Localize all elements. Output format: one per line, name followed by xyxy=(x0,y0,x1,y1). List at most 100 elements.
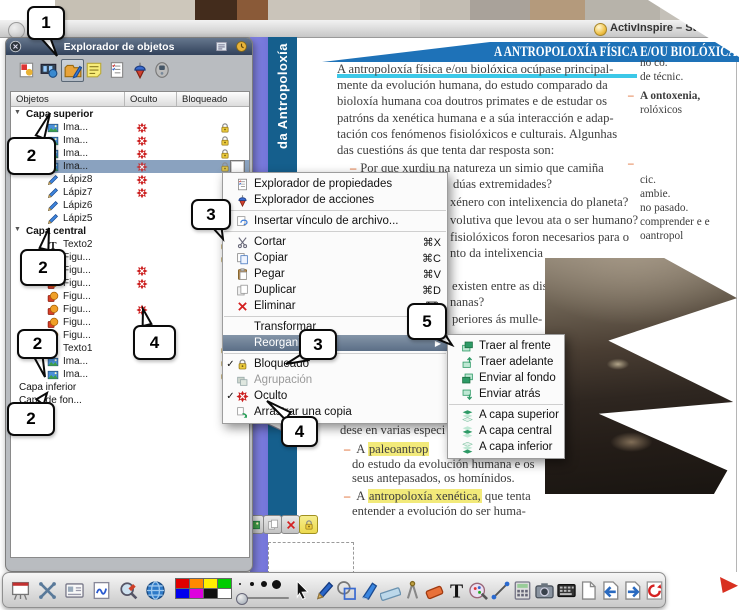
delete-icon-button[interactable] xyxy=(281,515,300,534)
window-titlebar[interactable]: ActivInspire – Studio xyxy=(0,20,739,38)
expand-triangle-icon[interactable]: ▼ xyxy=(14,226,21,233)
tree-row[interactable]: Capa inferior xyxy=(11,381,249,394)
object-browser-icon[interactable] xyxy=(61,59,84,82)
hidden-icon[interactable] xyxy=(136,278,148,290)
hidden-icon[interactable] xyxy=(136,122,148,134)
profile-icon[interactable] xyxy=(63,579,85,601)
tree-row[interactable]: Ima... xyxy=(11,368,249,381)
eraser-icon[interactable] xyxy=(423,579,445,601)
calculator-icon[interactable] xyxy=(511,579,533,601)
text-fragment: dúas extremidades? xyxy=(453,177,552,192)
camera-icon[interactable] xyxy=(533,579,555,601)
panel-menu-icon[interactable] xyxy=(215,40,229,54)
menu-item-pegar[interactable]: Pegar⌘V xyxy=(223,266,447,282)
ruler-icon[interactable] xyxy=(379,579,401,601)
hidden-icon[interactable] xyxy=(136,265,148,277)
select-icon[interactable] xyxy=(291,579,313,601)
fill-icon[interactable] xyxy=(467,579,489,601)
menu-item-insertar-v-nculo-de-archivo[interactable]: Insertar vínculo de archivo... xyxy=(223,213,447,229)
menu-item-explorador-de-propiedades[interactable]: Explorador de propiedades xyxy=(223,176,447,192)
expand-triangle-icon[interactable]: ▼ xyxy=(14,109,21,116)
color-swatch[interactable] xyxy=(217,588,232,599)
column-objetos[interactable]: Objetos xyxy=(16,94,49,105)
hidden-icon[interactable] xyxy=(136,304,148,316)
tree-row[interactable]: ▼Capa superior xyxy=(11,108,249,121)
text-fragment: nanas? xyxy=(450,295,484,310)
menu-item-agrupaci-n[interactable]: Agrupación xyxy=(223,372,447,388)
color-swatch[interactable] xyxy=(189,588,204,599)
voting-browser-icon[interactable] xyxy=(152,59,173,80)
hidden-icon[interactable] xyxy=(136,135,148,147)
pen-width-dot[interactable] xyxy=(239,583,241,585)
menu-item-duplicar[interactable]: Duplicar⌘D xyxy=(223,282,447,298)
pen-width-dot[interactable] xyxy=(250,582,254,586)
menu-item-a-capa-superior[interactable]: A capa superior xyxy=(448,407,564,423)
menu-item-copiar[interactable]: Copiar⌘C xyxy=(223,250,447,266)
lock-icon[interactable] xyxy=(219,122,231,134)
next-page-icon[interactable] xyxy=(621,579,643,601)
width-slider-knob[interactable] xyxy=(236,593,248,605)
shapes-icon[interactable] xyxy=(335,579,357,601)
close-icon[interactable] xyxy=(9,40,23,54)
menu-item-explorador-de-acciones[interactable]: Explorador de acciones xyxy=(223,192,447,208)
compass-icon[interactable] xyxy=(401,579,423,601)
menu-item-arrastrar-una-copia[interactable]: Arrastrar una copia xyxy=(223,404,447,420)
highlighter-icon[interactable] xyxy=(357,579,379,601)
menu-item-a-capa-inferior[interactable]: A capa inferior xyxy=(448,439,564,455)
hidden-icon[interactable] xyxy=(136,174,148,186)
callout-4: 4 xyxy=(281,416,318,447)
text-tool-icon[interactable]: T xyxy=(445,579,467,601)
page-browser-icon[interactable] xyxy=(16,59,37,80)
column-oculto[interactable]: Oculto xyxy=(130,94,157,105)
selection-dashed-box[interactable] xyxy=(268,542,354,574)
tree-row[interactable]: Figu... xyxy=(11,303,249,316)
hidden-icon[interactable] xyxy=(136,161,148,173)
pen-icon[interactable] xyxy=(313,579,335,601)
tree-row[interactable]: Ima... xyxy=(11,121,249,134)
layer-top-icon xyxy=(461,408,476,422)
menu-item-a-capa-central[interactable]: A capa central xyxy=(448,423,564,439)
desktop-tools-icon[interactable] xyxy=(117,579,139,601)
properties-browser-icon[interactable] xyxy=(106,59,127,80)
menu-item-oculto[interactable]: ✓Oculto xyxy=(223,388,447,404)
duplicate-icon-button[interactable] xyxy=(263,515,282,534)
menu-item-traer-al-frente[interactable]: Traer al frente xyxy=(448,338,564,354)
menu-item-cortar[interactable]: Cortar⌘X xyxy=(223,234,447,250)
lock-icon[interactable] xyxy=(219,135,231,147)
notes-browser-icon[interactable] xyxy=(84,59,105,80)
menu-item-enviar-al-fondo[interactable]: Enviar al fondo xyxy=(448,370,564,386)
text-fragment: xénero con intelixencia do planeta? xyxy=(450,195,628,210)
keyboard-icon[interactable] xyxy=(555,579,577,601)
annotate-icon[interactable] xyxy=(90,579,112,601)
menu-item-enviar-atr-s[interactable]: Enviar atrás xyxy=(448,386,564,402)
tree-row[interactable]: Lápiz7 xyxy=(11,186,249,199)
color-swatch[interactable] xyxy=(175,588,190,599)
lock-icon[interactable] xyxy=(219,148,231,160)
layer-group-label: Capa inferior xyxy=(19,382,76,393)
hidden-icon[interactable] xyxy=(136,187,148,199)
resource-browser-icon[interactable] xyxy=(39,59,60,80)
column-header[interactable]: Objetos Oculto Bloqueado xyxy=(11,92,249,107)
main-menu-icon[interactable] xyxy=(9,579,31,601)
previous-page-icon[interactable] xyxy=(599,579,621,601)
panel-titlebar[interactable]: Explorador de objetos xyxy=(6,38,252,55)
bullet-dash: – xyxy=(628,90,640,102)
menu-item-bloqueado[interactable]: ✓Bloqueado xyxy=(223,356,447,372)
tree-row[interactable]: Figu... xyxy=(11,290,249,303)
column-bloqueado[interactable]: Bloqueado xyxy=(182,94,227,105)
expresspoll-icon[interactable] xyxy=(144,579,166,601)
clear-page-icon[interactable] xyxy=(577,579,599,601)
desktop-annotate-icon[interactable] xyxy=(36,579,58,601)
panel-clock-icon[interactable] xyxy=(235,40,249,54)
hidden-icon[interactable] xyxy=(136,148,148,160)
tree-row[interactable]: Figu... xyxy=(11,316,249,329)
actions-browser-icon[interactable] xyxy=(129,59,150,80)
color-swatch[interactable] xyxy=(203,588,218,599)
lock-icon-button[interactable] xyxy=(299,515,318,534)
connector-icon[interactable] xyxy=(489,579,511,601)
bring-forward-icon xyxy=(461,355,476,369)
pen-width-dot[interactable] xyxy=(261,581,267,587)
pen-width-dot[interactable] xyxy=(272,580,281,589)
reset-page-icon[interactable] xyxy=(643,579,665,601)
menu-item-traer-adelante[interactable]: Traer adelante xyxy=(448,354,564,370)
